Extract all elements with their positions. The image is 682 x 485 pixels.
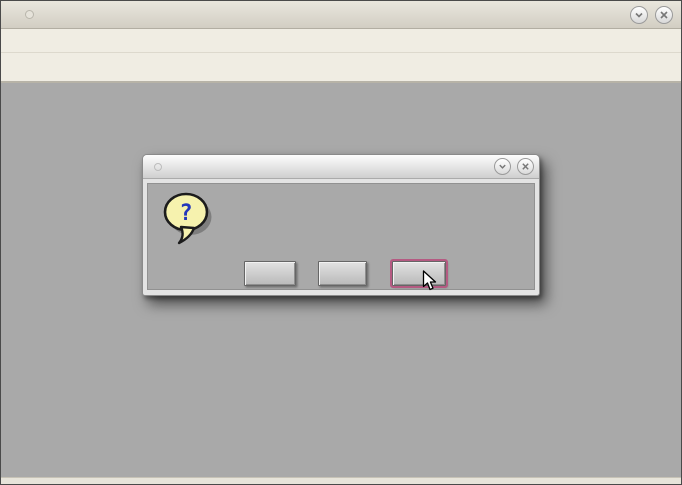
- dialog-body: ?: [147, 183, 535, 290]
- window-titlebar[interactable]: [1, 1, 681, 29]
- svg-text:?: ?: [179, 201, 192, 226]
- dialog-close-icon[interactable]: [517, 158, 534, 175]
- easyconsole-window: ?: [0, 0, 682, 485]
- window-menu-icon[interactable]: [25, 10, 34, 19]
- menu-bar: [1, 29, 681, 53]
- db-button[interactable]: [318, 261, 367, 286]
- dialog-menu-icon[interactable]: [154, 163, 162, 171]
- res-button[interactable]: [244, 261, 296, 286]
- mouse-cursor: [422, 270, 438, 297]
- results-printout-dialog: ?: [142, 154, 540, 296]
- question-bubble-icon: ?: [161, 188, 213, 255]
- window-bottom-edge: [1, 477, 682, 484]
- dialog-titlebar[interactable]: [143, 155, 539, 179]
- dialog-minimize-icon[interactable]: [494, 158, 511, 175]
- toolbar: [1, 53, 681, 83]
- close-icon[interactable]: [655, 6, 673, 24]
- minimize-icon[interactable]: [630, 6, 648, 24]
